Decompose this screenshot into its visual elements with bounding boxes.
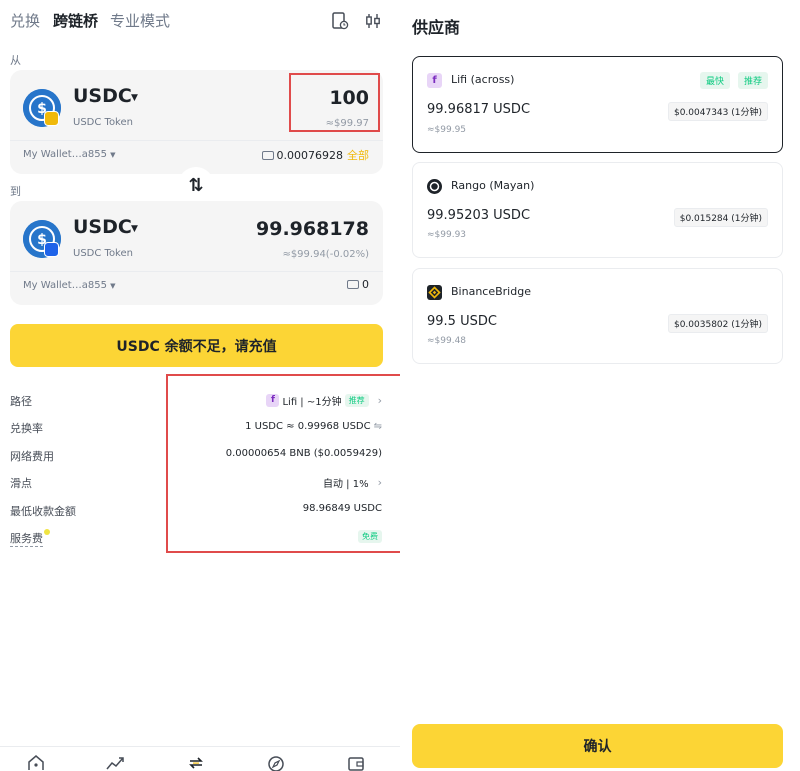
rango-logo-icon xyxy=(427,179,442,194)
provider-amount: 99.5 USDC xyxy=(427,314,497,329)
rate-label: 兑换率 xyxy=(10,422,43,435)
bridge-panel: 兑换 跨链桥 专业模式 从 $ USDC ▼ USDC Token 100 ≈$… xyxy=(0,0,400,771)
confirm-button[interactable]: 确认 xyxy=(412,724,783,768)
provider-card-lifi[interactable]: f Lifi (across) 最快 推荐 99.96817 USDC $0.0… xyxy=(412,56,783,153)
candlestick-chart-icon[interactable] xyxy=(364,12,382,30)
to-token-name[interactable]: USDC xyxy=(73,216,132,238)
swap-arrows-icon: ⇅ xyxy=(188,174,204,196)
chevron-down-icon: ▼ xyxy=(110,282,116,290)
from-wallet-selector[interactable]: My Wallet…a855 ▼ xyxy=(23,149,116,160)
topup-button[interactable]: USDC 余额不足，请充值 xyxy=(10,324,383,367)
from-token-name[interactable]: USDC xyxy=(73,85,132,107)
route-label: 路径 xyxy=(10,395,32,408)
provider-fee: $0.015284 (1分钟) xyxy=(673,208,768,227)
chevron-down-icon: ▼ xyxy=(110,151,116,159)
service-fee-text: 服务费 xyxy=(10,532,43,545)
home-icon[interactable] xyxy=(27,755,45,771)
swap-direction-button[interactable]: ⇅ xyxy=(178,167,214,203)
to-card: $ USDC ▼ USDC Token 99.968178 ≈$99.94(-0… xyxy=(10,201,383,305)
from-wallet-label: My Wallet…a855 xyxy=(23,149,107,160)
fastest-badge: 最快 xyxy=(700,72,731,89)
wallet-icon xyxy=(261,151,274,160)
provider-panel: 供应商 f Lifi (across) 最快 推荐 99.96817 USDC … xyxy=(400,0,800,770)
to-amount: 99.968178 xyxy=(256,218,369,240)
from-balance-value: 0.00076928 xyxy=(276,149,343,162)
provider-amount: 99.95203 USDC xyxy=(427,208,531,223)
provider-fee: $0.0035802 (1分钟) xyxy=(667,314,768,333)
provider-name: Rango (Mayan) xyxy=(451,179,535,192)
divider xyxy=(10,271,383,272)
highlight-box-amount xyxy=(289,73,380,132)
info-dot-icon xyxy=(44,529,50,535)
tab-bridge[interactable]: 跨链桥 xyxy=(53,10,98,31)
network-fee-label: 网络费用 xyxy=(10,450,54,463)
wallet-icon xyxy=(347,280,359,289)
provider-amount: 99.96817 USDC xyxy=(427,102,531,117)
trade-swap-icon[interactable] xyxy=(187,755,205,771)
tab-swap[interactable]: 兑换 xyxy=(10,10,40,31)
bnb-chain-badge-icon xyxy=(44,111,59,126)
provider-card-rango[interactable]: Rango (Mayan) 99.95203 USDC $0.015284 (1… xyxy=(412,162,783,258)
to-label: 到 xyxy=(10,185,21,198)
from-token-subtitle: USDC Token xyxy=(73,117,133,128)
provider-usd: ≈$99.48 xyxy=(427,336,467,346)
recommended-badge: 推荐 xyxy=(738,72,769,89)
provider-fee: $0.0047343 (1分钟) xyxy=(667,102,768,121)
to-balance: 0 xyxy=(347,278,369,291)
markets-icon[interactable] xyxy=(106,755,124,771)
provider-name: BinanceBridge xyxy=(451,285,531,298)
to-wallet-label: My Wallet…a855 xyxy=(23,280,107,291)
max-all-button[interactable]: 全部 xyxy=(347,149,369,162)
divider xyxy=(10,140,383,141)
assets-icon[interactable] xyxy=(347,755,365,771)
to-amount-usd: ≈$99.94(-0.02%) xyxy=(282,249,369,260)
to-balance-value: 0 xyxy=(362,278,369,291)
discover-icon[interactable] xyxy=(267,755,285,771)
min-receive-label: 最低收款金额 xyxy=(10,505,76,518)
bottom-nav xyxy=(0,746,400,771)
from-token-dropdown-icon[interactable]: ▼ xyxy=(131,93,138,103)
service-fee-label[interactable]: 服务费 xyxy=(10,530,43,547)
from-balance: 0.00076928 全部 xyxy=(261,147,369,163)
slippage-label: 滑点 xyxy=(10,477,32,490)
tab-pro-mode[interactable]: 专业模式 xyxy=(110,10,170,31)
order-history-icon[interactable] xyxy=(331,12,349,30)
to-token-subtitle: USDC Token xyxy=(73,248,133,259)
from-label: 从 xyxy=(10,54,21,67)
to-wallet-selector[interactable]: My Wallet…a855 ▼ xyxy=(23,280,116,291)
provider-usd: ≈$99.95 xyxy=(427,125,467,135)
provider-name: Lifi (across) xyxy=(451,73,515,86)
provider-usd: ≈$99.93 xyxy=(427,230,467,240)
binance-logo-icon xyxy=(427,285,442,300)
provider-card-binancebridge[interactable]: BinanceBridge 99.5 USDC $0.0035802 (1分钟)… xyxy=(412,268,783,364)
providers-title: 供应商 xyxy=(412,18,461,37)
destination-chain-badge-icon xyxy=(44,242,59,257)
highlight-box-details xyxy=(166,374,400,553)
lifi-logo-icon: f xyxy=(427,73,442,88)
to-token-dropdown-icon[interactable]: ▼ xyxy=(131,224,138,234)
